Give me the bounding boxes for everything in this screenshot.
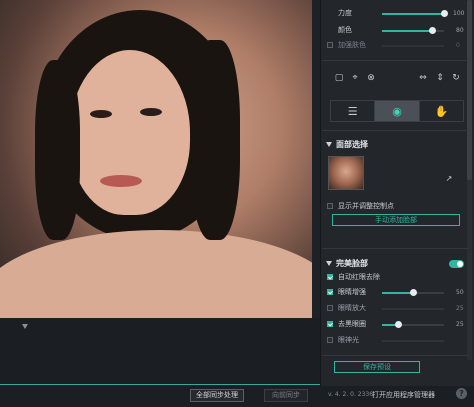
flip-vertical-icon[interactable]: ⇕ [435, 73, 445, 83]
eye-enhance-row: 眼睛增强 [326, 287, 366, 297]
reset-circle-icon[interactable]: ⊗ [366, 73, 376, 83]
divider [322, 60, 468, 61]
color-row: 颜色 [326, 25, 352, 35]
sync-back-button[interactable]: 向前同步 [264, 389, 308, 402]
show-points-row: 显示并调整控制点 [326, 201, 394, 211]
strength-knob[interactable] [441, 10, 448, 17]
divider [322, 130, 468, 131]
dark-circles-value: 25 [456, 321, 464, 328]
color-fill [382, 30, 432, 32]
show-points-label: 显示并调整控制点 [338, 202, 394, 210]
eye-enhance-fill [382, 292, 413, 294]
collapse-arrow-icon [326, 261, 332, 266]
color-knob[interactable] [429, 27, 436, 34]
face-select-header[interactable]: 面部选择 [326, 139, 368, 150]
divider [322, 248, 468, 249]
color-label: 颜色 [338, 26, 352, 34]
catchlight-label: 眼神光 [338, 336, 359, 344]
eye-enlarge-value: 25 [456, 305, 464, 312]
eye-enlarge-label: 眼睛放大 [338, 304, 366, 312]
enhance-skin-row: 加强肤色 [326, 40, 366, 50]
panel-scrollbar-thumb[interactable] [467, 0, 472, 180]
rotate-icon[interactable]: ↻ [451, 73, 461, 83]
help-icon[interactable]: ? [456, 388, 467, 399]
open-app-manager-link[interactable]: 打开应用程序管理器 [372, 390, 435, 400]
cursor-icon: ↗ [445, 174, 453, 183]
divider [322, 355, 468, 356]
eye-enhance-knob[interactable] [410, 289, 417, 296]
perfect-face-toggle[interactable] [449, 260, 464, 268]
perfect-face-header[interactable]: 完美脸部 [326, 258, 368, 269]
strength-fill [382, 13, 444, 15]
manual-add-face-button[interactable]: 手动添加脸部 [332, 214, 460, 226]
tool-tabs: ☰ ◉ ✋ [330, 100, 464, 122]
crop-frame-icon[interactable]: ▢ [334, 73, 344, 83]
enhance-skin-track[interactable] [382, 45, 444, 47]
hand-wave-icon[interactable]: ✋ [420, 101, 463, 121]
strength-label: 力度 [338, 9, 352, 17]
dark-circles-label: 去黑眼圈 [338, 320, 366, 328]
auto-redeye-label: 自动红眼去除 [338, 273, 380, 281]
eye-enlarge-row: 眼睛放大 [326, 303, 366, 313]
eye-enhance-value: 50 [456, 289, 464, 296]
auto-redeye-row: 自动红眼去除 [326, 272, 380, 282]
sync-all-button[interactable]: 全部同步处理 [190, 389, 244, 402]
flip-horizontal-icon[interactable]: ⇔ [418, 73, 428, 83]
catchlight-track[interactable] [382, 340, 444, 342]
expand-filmstrip-icon[interactable] [22, 324, 28, 329]
enhance-skin-value: 0 [456, 42, 460, 49]
strength-row: 力度 [326, 8, 352, 18]
eye-enlarge-track[interactable] [382, 308, 444, 310]
enhance-skin-label: 加强肤色 [338, 41, 366, 49]
dark-circles-row: 去黑眼圈 [326, 319, 366, 329]
strength-value: 100 [453, 10, 465, 17]
adjust-sliders-icon[interactable]: ☰ [331, 101, 376, 121]
crop-icon[interactable]: ⌖ [350, 73, 360, 83]
catchlight-row: 眼神光 [326, 335, 359, 345]
perfect-face-title: 完美脸部 [336, 259, 368, 268]
collapse-arrow-icon [326, 142, 332, 147]
face-sparkle-icon[interactable]: ◉ [375, 101, 420, 121]
version-text: v. 4. 2. 0. 2336 [328, 391, 374, 398]
face-select-title: 面部选择 [336, 140, 368, 149]
dark-circles-knob[interactable] [395, 321, 402, 328]
face-thumbnail[interactable] [328, 156, 364, 190]
save-preset-button[interactable]: 保存预设 [334, 361, 420, 373]
eye-enhance-label: 眼睛增强 [338, 288, 366, 296]
filmstrip-divider [0, 384, 320, 385]
photo-canvas[interactable] [0, 0, 312, 318]
color-value: 80 [456, 27, 464, 34]
